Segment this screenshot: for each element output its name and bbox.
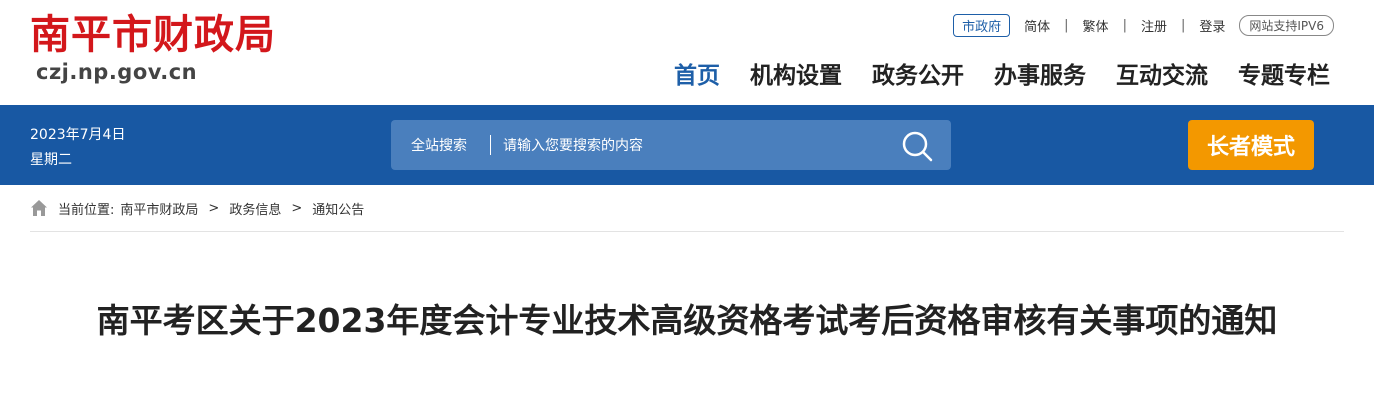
site-search: 全站搜索 [391,120,951,170]
site-domain: czj.np.gov.cn [36,60,198,84]
nav-item-gov-affairs[interactable]: 政务公开 [872,56,964,90]
search-icon[interactable] [901,130,933,162]
nav-item-home[interactable]: 首页 [674,56,720,90]
ipv6-badge: 网站支持IPV6 [1239,15,1334,36]
breadcrumb: 当前位置: 南平市财政局 > 政务信息 > 通知公告 [30,185,1344,232]
breadcrumb-separator: > [291,200,303,216]
register-link[interactable]: 注册 [1141,16,1167,35]
nav-item-organization[interactable]: 机构设置 [750,56,842,90]
separator: | [1064,18,1069,33]
elder-mode-button[interactable]: 长者模式 [1188,120,1314,170]
site-logo-title[interactable]: 南平市财政局 [30,10,276,60]
breadcrumb-item-gov-info[interactable]: 政务信息 [229,199,281,218]
top-links: 市政府 简体 | 繁体 | 注册 | 登录 网站支持IPV6 [953,14,1334,37]
city-gov-link[interactable]: 市政府 [953,14,1011,37]
nav-item-topics[interactable]: 专题专栏 [1238,56,1330,90]
breadcrumb-prefix: 当前位置: [58,202,115,218]
breadcrumb-item-notices[interactable]: 通知公告 [312,199,364,218]
search-input[interactable] [501,133,885,159]
breadcrumb-separator: > [208,200,220,216]
login-link[interactable]: 登录 [1199,16,1225,35]
search-label: 全站搜索 [411,138,467,154]
date-display: 2023年7月4日 星期二 [30,123,125,173]
site-header: 南平市财政局 czj.np.gov.cn 市政府 简体 | 繁体 | 注册 | … [0,0,1374,105]
nav-item-services[interactable]: 办事服务 [994,56,1086,90]
separator: | [1180,18,1186,33]
article-title: 南平考区关于2023年度会计专业技术高级资格考试考后资格审核有关事项的通知 [96,301,1278,340]
nav-item-interaction[interactable]: 互动交流 [1116,56,1208,90]
weekday-text: 星期二 [30,152,72,168]
search-divider [490,135,491,155]
search-bar-section: 2023年7月4日 星期二 全站搜索 长者模式 [0,105,1374,185]
date-text: 2023年7月4日 [30,127,126,143]
traditional-link[interactable]: 繁体 [1083,16,1109,35]
separator: | [1122,18,1127,33]
main-nav: 首页 机构设置 政务公开 办事服务 互动交流 专题专栏 [674,56,1330,90]
breadcrumb-item-home[interactable]: 南平市财政局 [120,199,198,218]
home-icon [31,200,47,216]
simplified-link[interactable]: 简体 [1024,16,1050,35]
